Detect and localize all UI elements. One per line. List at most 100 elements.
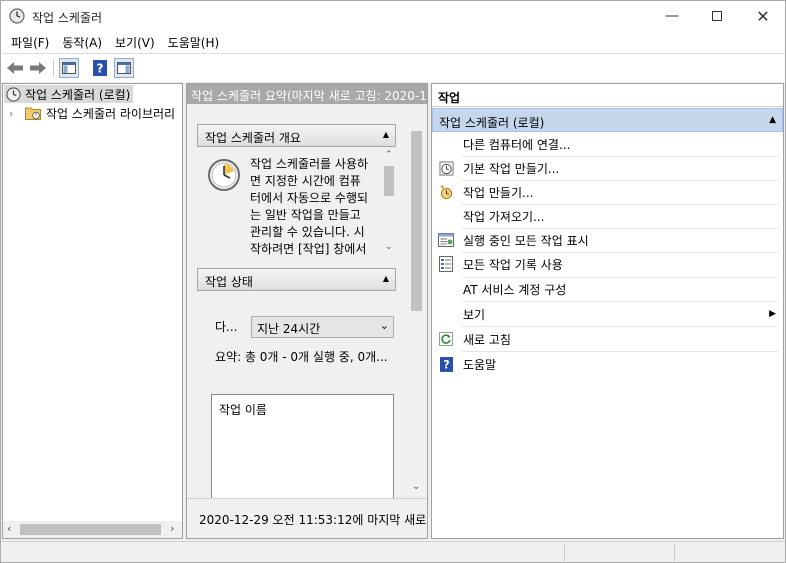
overview-scroll-thumb[interactable] <box>384 166 394 196</box>
blank-icon <box>438 281 454 297</box>
create-task-icon <box>438 184 454 200</box>
show-hide-console-tree-button[interactable] <box>59 58 79 78</box>
action-at-service-account[interactable]: AT 서비스 계정 구성 <box>438 277 778 301</box>
task-scheduler-app-icon <box>9 8 25 24</box>
status-divider <box>674 544 675 561</box>
action-create-basic-task[interactable]: 기본 작업 만들기... <box>438 156 778 180</box>
library-folder-icon <box>24 106 42 120</box>
menu-view[interactable]: 보기(V) <box>109 34 161 51</box>
action-label: 도움말 <box>463 357 497 372</box>
overview-title: 작업 스케줄러 개요 <box>205 131 301 145</box>
menu-bar: 파일(F) 동작(A) 보기(V) 도움말(H) <box>0 31 786 53</box>
action-import-task[interactable]: 작업 가져오기... <box>438 204 778 228</box>
summary-scroll-thumb[interactable] <box>411 131 422 311</box>
action-refresh[interactable]: 새로 고침 <box>438 327 778 351</box>
maximize-button[interactable] <box>694 1 740 31</box>
overview-body: 작업 스케줄러를 사용하면 지정한 시간에 컴퓨터에서 자동으로 수행되는 일반… <box>197 150 396 258</box>
actions-title: 작업 <box>432 84 783 107</box>
status-period-select[interactable]: 지난 24시간 ⌄ <box>251 316 394 338</box>
overview-clock-icon <box>207 158 241 195</box>
status-body: 다... 지난 24시간 ⌄ 요약: 총 0개 - 0개 실행 중, 0개...… <box>197 296 396 504</box>
action-label: 기본 작업 만들기... <box>463 161 560 176</box>
action-label: AT 서비스 계정 구성 <box>463 282 567 297</box>
tree-child-label: 작업 스케줄러 라이브러리 <box>46 106 176 121</box>
back-arrow-icon <box>7 62 23 74</box>
action-label: 새로 고침 <box>463 332 511 347</box>
help-icon: ? <box>93 60 107 76</box>
minimize-button[interactable]: — <box>649 1 695 31</box>
tree-item-task-scheduler-library[interactable]: › 작업 스케줄러 라이브러리 <box>9 104 175 122</box>
actions-group-label: 작업 스케줄러 (로컬) <box>439 116 545 130</box>
scroll-left-icon[interactable]: ‹ <box>7 522 11 535</box>
window-title: 작업 스케줄러 <box>32 11 103 25</box>
blank-icon <box>438 208 454 224</box>
overview-section-header[interactable]: 작업 스케줄러 개요 ▲ <box>197 124 396 147</box>
task-name-column-header[interactable]: 작업 이름 <box>219 403 267 417</box>
close-button[interactable]: ✕ <box>740 1 786 31</box>
menu-file[interactable]: 파일(F) <box>5 34 55 51</box>
status-filter-label: 다... <box>215 320 238 334</box>
toolbar: ? <box>0 53 786 82</box>
action-enable-all-tasks-history[interactable]: 모든 작업 기록 사용 <box>438 252 778 276</box>
scroll-down-icon[interactable]: ⌄ <box>412 481 420 492</box>
svg-text:?: ? <box>97 62 104 76</box>
action-help[interactable]: ? 도움말 <box>438 352 778 376</box>
scroll-down-icon[interactable]: ⌄ <box>385 242 393 252</box>
scroll-up-icon[interactable]: ⌃ <box>385 150 393 160</box>
overview-text: 작업 스케줄러를 사용하면 지정한 시간에 컴퓨터에서 자동으로 수행되는 일반… <box>250 157 369 256</box>
blank-icon <box>438 136 454 152</box>
menu-help[interactable]: 도움말(H) <box>162 34 226 51</box>
status-divider <box>564 544 565 561</box>
history-icon <box>438 256 454 272</box>
action-view[interactable]: 보기 ▶ <box>438 302 778 326</box>
status-summary: 요약: 총 0개 - 0개 실행 중, 0개... <box>215 350 388 364</box>
collapse-up-icon[interactable]: ▲ <box>383 130 389 139</box>
forward-button[interactable] <box>28 58 48 78</box>
clock-icon <box>4 86 22 102</box>
action-pane-icon <box>117 62 131 74</box>
console-tree-icon <box>62 62 76 74</box>
tree-scroll-thumb[interactable] <box>20 524 161 535</box>
forward-arrow-icon <box>30 62 46 74</box>
summary-vertical-scrollbar[interactable]: ⌄ <box>408 121 425 497</box>
action-label: 다른 컴퓨터에 연결... <box>463 137 571 152</box>
collapse-up-icon[interactable]: ▲ <box>769 115 776 125</box>
minimize-icon: — <box>665 8 679 24</box>
status-bar <box>0 541 786 563</box>
action-connect-another-computer[interactable]: 다른 컴퓨터에 연결... <box>438 132 778 156</box>
toolbar-separator <box>53 59 54 77</box>
tree-horizontal-scrollbar[interactable]: ‹ › <box>3 521 182 538</box>
collapse-up-icon[interactable]: ▲ <box>383 274 389 283</box>
expand-chevron-icon[interactable]: › <box>9 107 21 120</box>
status-title: 작업 상태 <box>205 275 253 289</box>
summary-pane: 작업 스케줄러 요약(마지막 새로 고침: 2020-12-29 작업 스케줄러… <box>186 83 428 539</box>
back-button[interactable] <box>5 58 25 78</box>
task-status-list[interactable]: 작업 이름 <box>211 394 394 504</box>
action-display-running-tasks[interactable]: 실행 중인 모든 작업 표시 <box>438 228 778 252</box>
actions-group-header[interactable]: 작업 스케줄러 (로컬) ▲ <box>432 108 783 132</box>
submenu-arrow-icon: ▶ <box>769 309 776 319</box>
chevron-down-icon: ⌄ <box>379 319 389 332</box>
svg-text:?: ? <box>443 358 449 371</box>
title-bar: 작업 스케줄러 — ✕ <box>0 0 786 31</box>
maximize-icon <box>712 11 722 21</box>
console-tree-pane: 작업 스케줄러 (로컬) › 작업 스케줄러 라이브러리 ‹ › <box>2 83 183 539</box>
action-label: 보기 <box>463 307 486 322</box>
overview-scrollbar[interactable]: ⌃ ⌄ <box>382 150 396 258</box>
summary-header: 작업 스케줄러 요약(마지막 새로 고침: 2020-12-29 <box>187 84 427 104</box>
refresh-icon <box>438 331 454 347</box>
status-period-value: 지난 24시간 <box>257 322 321 336</box>
running-tasks-icon <box>438 232 454 248</box>
actions-pane: 작업 작업 스케줄러 (로컬) ▲ 다른 컴퓨터에 연결... 기본 작업 만들… <box>431 83 784 539</box>
show-hide-action-pane-button[interactable] <box>114 58 134 78</box>
blank-icon <box>438 306 454 322</box>
help-toolbar-button[interactable]: ? <box>90 58 110 78</box>
help-icon: ? <box>438 356 454 372</box>
status-section-header[interactable]: 작업 상태 ▲ <box>197 268 396 291</box>
menu-action[interactable]: 동작(A) <box>56 34 108 51</box>
scroll-right-icon[interactable]: › <box>170 522 174 535</box>
close-icon: ✕ <box>756 6 770 26</box>
action-label: 모든 작업 기록 사용 <box>463 257 563 272</box>
action-create-task[interactable]: 작업 만들기... <box>438 180 778 204</box>
tree-item-task-scheduler-local[interactable]: 작업 스케줄러 (로컬) <box>4 85 134 103</box>
